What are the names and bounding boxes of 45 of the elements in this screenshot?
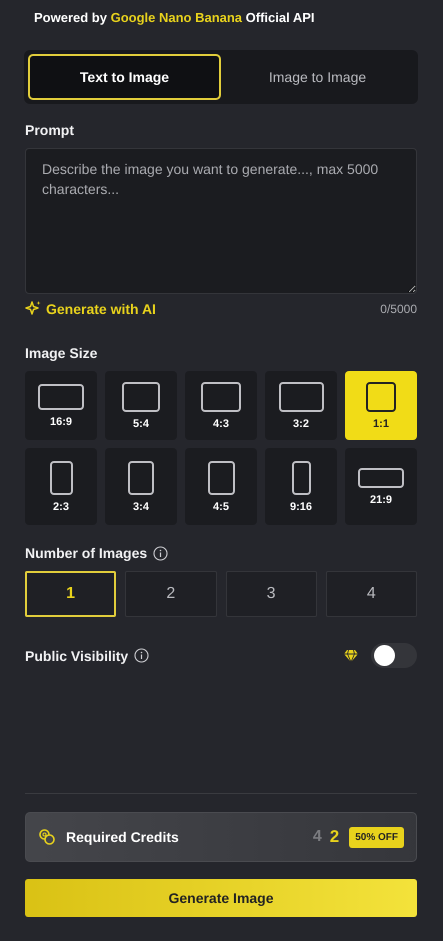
powered-by-text: Powered by Google Nano Banana Official API bbox=[34, 10, 315, 25]
image-count-option[interactable]: 2 bbox=[125, 571, 216, 617]
mode-tab[interactable]: Text to Image bbox=[28, 54, 221, 100]
frame-icon bbox=[38, 384, 84, 410]
coins-icon bbox=[38, 828, 56, 846]
aspect-ratio-option[interactable]: 21:9 bbox=[345, 448, 417, 525]
generate-with-ai-link[interactable]: Generate with AI bbox=[25, 300, 156, 317]
image-size-label: Image Size bbox=[25, 345, 98, 361]
aspect-ratio-option[interactable]: 3:2 bbox=[265, 371, 337, 440]
frame-icon bbox=[292, 460, 310, 494]
public-visibility-label: Public Visibility bbox=[25, 648, 128, 664]
frame-icon bbox=[358, 468, 404, 488]
discounted-credits: 2 bbox=[330, 827, 340, 847]
generate-image-button[interactable]: Generate Image bbox=[25, 879, 417, 917]
character-counter: 0/5000 bbox=[380, 302, 417, 316]
aspect-ratio-option[interactable]: 16:9 bbox=[25, 371, 97, 440]
frame-icon bbox=[128, 460, 154, 494]
aspect-ratio-option[interactable]: 9:16 bbox=[265, 448, 337, 525]
frame-icon bbox=[208, 460, 234, 494]
frame-icon bbox=[201, 382, 241, 412]
prompt-field[interactable]: Describe the image you want to generate..., max 5000 characters... bbox=[25, 148, 417, 294]
aspect-ratio-option[interactable]: 2:3 bbox=[25, 448, 97, 525]
frame-icon bbox=[278, 382, 324, 412]
frame-icon bbox=[366, 382, 396, 412]
info-icon[interactable] bbox=[153, 546, 168, 560]
frame-icon bbox=[122, 382, 160, 412]
image-count-option[interactable]: 4 bbox=[326, 571, 417, 617]
aspect-ratio-option[interactable]: 4:3 bbox=[185, 371, 257, 440]
image-count-option[interactable]: 1 bbox=[25, 571, 116, 617]
aspect-ratio-option[interactable]: 1:1 bbox=[345, 371, 417, 440]
mode-tab[interactable]: Image to Image bbox=[221, 54, 414, 100]
aspect-ratio-option[interactable]: 4:5 bbox=[185, 448, 257, 525]
discount-badge: 50% OFF bbox=[349, 826, 404, 848]
frame-icon bbox=[50, 460, 72, 494]
prompt-label: Prompt bbox=[25, 122, 75, 138]
diamond-icon bbox=[343, 648, 359, 662]
original-credits: 4 bbox=[312, 828, 322, 846]
info-icon[interactable] bbox=[134, 648, 150, 663]
aspect-ratio-option[interactable]: 5:4 bbox=[105, 371, 177, 440]
number-of-images-label: Number of Images bbox=[25, 545, 148, 561]
visibility-toggle[interactable] bbox=[371, 643, 417, 668]
image-count-option[interactable]: 3 bbox=[226, 571, 317, 617]
aspect-ratio-option[interactable]: 3:4 bbox=[105, 448, 177, 525]
sparkle-icon bbox=[25, 300, 42, 317]
required-credits-label: Required Credits bbox=[66, 829, 179, 845]
